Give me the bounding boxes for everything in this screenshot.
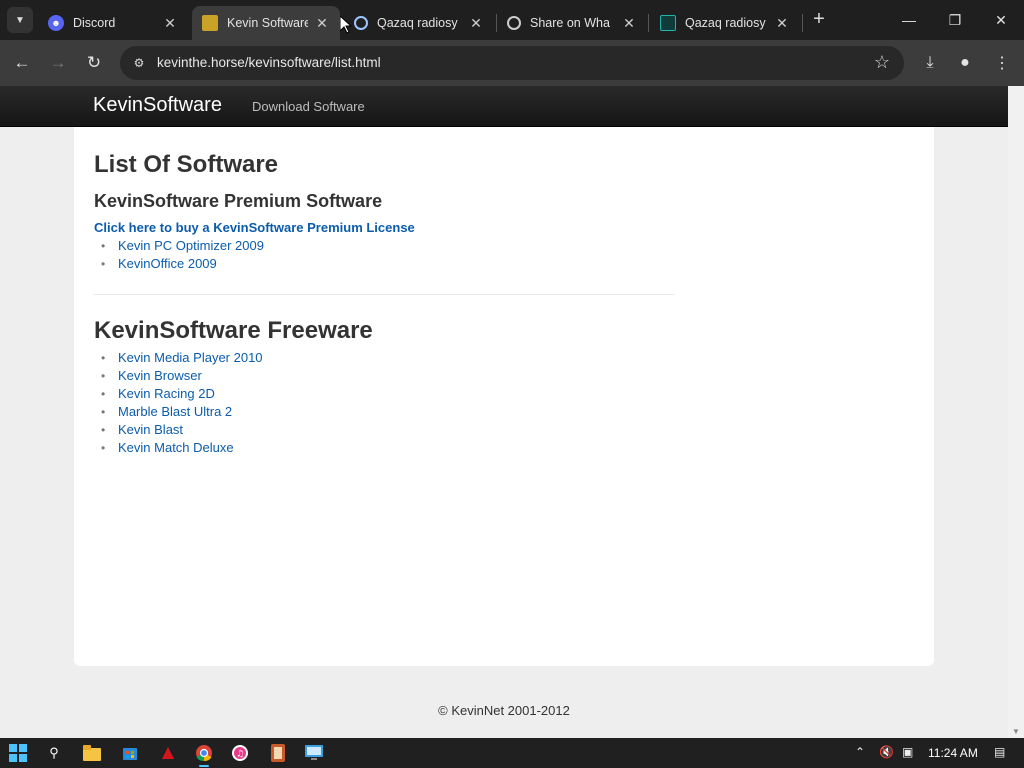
discord-icon: ☻ [48,15,64,31]
close-icon[interactable]: ✕ [621,15,637,31]
premium-heading: KevinSoftware Premium Software [94,191,383,211]
browser-toolbar: ← → ↻ ⚙ kevinthe.horse/kevinsoftware/lis… [0,40,1024,86]
list-item: Kevin Blast [101,421,263,439]
list-item: Kevin Media Player 2010 [101,349,263,367]
freeware-link[interactable]: Marble Blast Ultra 2 [118,404,232,419]
restore-button[interactable]: ❐ [932,0,978,40]
url-text[interactable]: kevinthe.horse/kevinsoftware/list.html [157,55,381,70]
divider [94,294,674,295]
file-explorer-icon[interactable] [82,743,102,763]
close-icon[interactable]: ✕ [774,15,790,31]
page-footer: © KevinNet 2001-2012 [438,703,570,718]
notifications-icon[interactable]: ▤ [994,745,1005,759]
profile-icon[interactable]: ● [953,51,977,75]
tab-separator [648,14,649,32]
svg-text:♫: ♫ [236,750,244,760]
tab-search-button[interactable]: ▼ [7,7,33,33]
premium-link[interactable]: KevinOffice 2009 [118,256,217,271]
tab-share-on-whatsapp[interactable]: Share on Wha ✕ [497,6,647,40]
radio-icon [660,15,676,31]
freeware-link[interactable]: Kevin Media Player 2010 [118,350,263,365]
address-bar[interactable]: ⚙ kevinthe.horse/kevinsoftware/list.html… [120,46,904,80]
close-window-button[interactable]: ✕ [978,0,1024,40]
remote-desktop-icon[interactable] [304,743,324,763]
tab-title: Qazaq radiosy [685,16,766,30]
tab-kevin-software[interactable]: Kevin Software ✕ [192,6,340,40]
tab-title: Share on Wha [530,16,610,30]
premium-list: Kevin PC Optimizer 2009 KevinOffice 2009 [101,237,264,273]
volume-muted-icon[interactable]: 🔇 [879,745,894,759]
list-item: Kevin PC Optimizer 2009 [101,237,264,255]
site-brand[interactable]: KevinSoftware [93,94,222,117]
page-scrollbar[interactable]: ▼ [1008,86,1024,738]
search-icon[interactable]: ⚲ [44,743,64,763]
chrome-icon[interactable] [194,743,214,767]
freeware-link[interactable]: Kevin Racing 2D [118,386,215,401]
close-icon[interactable]: ✕ [468,15,484,31]
kevin-favicon-icon [202,15,218,31]
tray-chevron-icon[interactable]: ⌃ [855,745,865,759]
freeware-heading: KevinSoftware Freeware [94,317,373,344]
tab-qazaq-radiosy-1[interactable]: Qazaq radiosy ✕ [344,6,494,40]
download-icon[interactable]: ⤓ [918,51,942,75]
nav-download-software[interactable]: Download Software [252,99,365,114]
back-button[interactable]: ← [9,50,35,76]
freeware-link[interactable]: Kevin Browser [118,368,202,383]
reload-button[interactable]: ↻ [81,50,107,76]
taskbar-clock[interactable]: 11:24 AM [928,746,978,760]
list-item: KevinOffice 2009 [101,255,264,273]
start-button-icon[interactable] [8,743,28,763]
site-navbar: KevinSoftware Download Software [0,86,1008,127]
store-icon[interactable] [120,743,140,763]
content-card: List Of Software KevinSoftware Premium S… [74,127,934,666]
tab-title: Qazaq radiosy [377,16,458,30]
premium-link[interactable]: Kevin PC Optimizer 2009 [118,238,264,253]
list-item: Kevin Browser [101,367,263,385]
windows-taskbar: ⚲ ♫ ⌃ 🔇 ▣ 11:24 AM ▤ [0,738,1024,768]
tab-qazaq-radiosy-2[interactable]: Qazaq radiosy ✕ [650,6,800,40]
scroll-down-arrow-icon[interactable]: ▼ [1012,727,1020,736]
network-icon[interactable]: ▣ [902,745,913,759]
mouse-cursor-icon [340,16,352,34]
tab-strip: ▼ ☻ Discord ✕ Kevin Software ✕ Qazaq rad… [0,0,1024,40]
freeware-link[interactable]: Kevin Match Deluxe [118,440,234,455]
minimize-button[interactable]: — [886,0,932,40]
buy-license-link[interactable]: Click here to buy a KevinSoftware Premiu… [94,220,415,235]
freeware-list: Kevin Media Player 2010 Kevin Browser Ke… [101,349,263,457]
globe-icon [507,16,521,30]
close-icon[interactable]: ✕ [314,15,330,31]
tab-discord[interactable]: ☻ Discord ✕ [38,6,188,40]
list-item: Kevin Match Deluxe [101,439,263,457]
list-item: Marble Blast Ultra 2 [101,403,263,421]
list-item: Kevin Racing 2D [101,385,263,403]
freeware-link[interactable]: Kevin Blast [118,422,183,437]
menu-icon[interactable]: ⋮ [990,51,1014,75]
radio-icon [354,16,368,30]
app-icon[interactable] [268,743,288,763]
page-viewport: KevinSoftware Download Software List Of … [0,86,1008,738]
itunes-icon[interactable]: ♫ [230,743,250,763]
page-title: List Of Software [94,151,279,178]
bookmark-star-icon[interactable]: ☆ [874,52,890,73]
tab-title: Kevin Software [227,16,308,30]
forward-button[interactable]: → [45,50,71,76]
pdf-reader-icon[interactable] [158,743,178,763]
tab-separator [802,14,803,32]
tab-title: Discord [73,16,116,30]
site-settings-icon[interactable]: ⚙ [130,54,148,72]
new-tab-button[interactable]: + [808,8,830,30]
close-icon[interactable]: ✕ [162,15,178,31]
